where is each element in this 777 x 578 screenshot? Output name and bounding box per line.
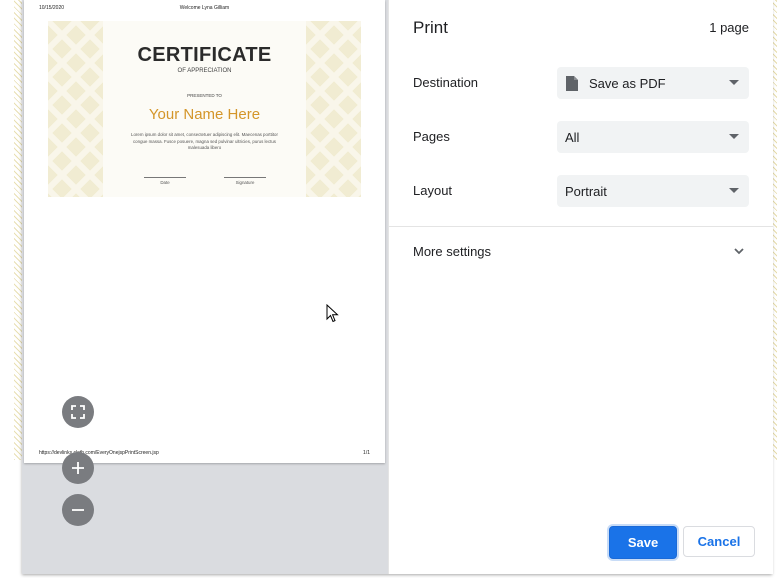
zoom-out-icon xyxy=(72,509,84,511)
layout-label: Layout xyxy=(413,183,453,198)
date-line xyxy=(144,177,186,178)
pages-value: All xyxy=(565,129,580,145)
dropdown-arrow-icon xyxy=(729,134,739,139)
print-dialog: 10/15/2020 Welcome Lyna Gilliam CERTIFIC… xyxy=(22,0,773,574)
layout-select[interactable]: Portrait xyxy=(557,175,749,207)
page-count: 1 page xyxy=(709,20,749,35)
destination-label: Destination xyxy=(413,75,479,90)
certificate-name: Your Name Here xyxy=(148,106,261,123)
cancel-button[interactable]: Cancel xyxy=(683,526,755,557)
more-settings-toggle[interactable]: More settings xyxy=(413,244,491,259)
mouse-cursor-icon xyxy=(326,304,339,323)
certificate-title: CERTIFICATE xyxy=(137,44,272,66)
zoom-in-icon xyxy=(72,462,84,474)
print-preview-area[interactable]: 10/15/2020 Welcome Lyna Gilliam CERTIFIC… xyxy=(22,0,388,574)
preview-page: 10/15/2020 Welcome Lyna Gilliam CERTIFIC… xyxy=(24,0,385,463)
layout-value: Portrait xyxy=(565,183,607,199)
destination-select[interactable]: Save as PDF xyxy=(557,67,749,99)
dropdown-arrow-icon xyxy=(729,80,739,85)
date-label: Date xyxy=(160,180,170,185)
signature-line xyxy=(224,177,266,178)
dialog-title: Print xyxy=(413,18,448,37)
certificate-body-text: Lorem ipsum dolor sit amet, consectetuer… xyxy=(131,132,278,150)
certificate-image: CERTIFICATE OF APPRECIATION PRESENTED TO… xyxy=(48,21,361,197)
zoom-in-button[interactable] xyxy=(62,452,94,484)
dropdown-arrow-icon xyxy=(729,188,739,193)
document-icon xyxy=(566,75,578,91)
chevron-down-icon[interactable] xyxy=(733,245,745,257)
background-pattern-left xyxy=(14,0,22,460)
page-footer-page-number: 1/1 xyxy=(363,450,370,456)
signature-label: Signature xyxy=(235,180,255,185)
destination-value: Save as PDF xyxy=(589,75,666,91)
divider xyxy=(389,226,773,227)
fit-to-page-icon xyxy=(71,405,85,419)
certificate-presented-to: PRESENTED TO xyxy=(187,93,222,98)
save-button[interactable]: Save xyxy=(609,526,677,559)
pages-label: Pages xyxy=(413,129,450,144)
zoom-out-button[interactable] xyxy=(62,494,94,526)
pages-select[interactable]: All xyxy=(557,121,749,153)
certificate-subtitle: OF APPRECIATION xyxy=(177,68,232,74)
page-header-title: Welcome Lyna Gilliam xyxy=(179,5,230,11)
fit-to-page-button[interactable] xyxy=(62,396,94,428)
print-settings-panel: Print 1 page Destination Save as PDF Pag… xyxy=(388,0,773,574)
page-footer-url: https://devlinks.cloth.com/EveryOnejspPr… xyxy=(39,450,159,456)
